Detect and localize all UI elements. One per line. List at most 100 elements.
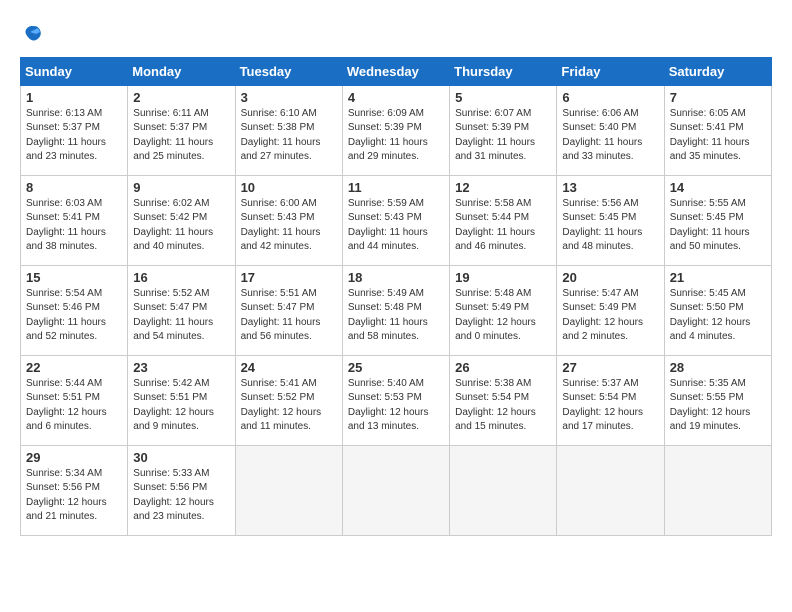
day-info: Sunrise: 6:10 AMSunset: 5:38 PMDaylight:… [241,107,337,165]
day-number: 27 [562,360,658,375]
calendar-header-row: Sunday Monday Tuesday Wednesday Thursday… [21,57,772,85]
day-number: 2 [133,90,229,105]
day-number: 11 [348,180,444,195]
day-number: 21 [670,270,766,285]
calendar-day-cell [450,445,557,535]
calendar-week-row: 22 Sunrise: 5:44 AMSunset: 5:51 PMDaylig… [21,355,772,445]
day-number: 14 [670,180,766,195]
day-info: Sunrise: 5:49 AMSunset: 5:48 PMDaylight:… [348,287,444,345]
day-info: Sunrise: 5:42 AMSunset: 5:51 PMDaylight:… [133,377,229,435]
header-tuesday: Tuesday [235,57,342,85]
day-info: Sunrise: 5:47 AMSunset: 5:49 PMDaylight:… [562,287,658,345]
logo-icon [22,24,42,44]
calendar-day-cell: 3 Sunrise: 6:10 AMSunset: 5:38 PMDayligh… [235,85,342,175]
calendar-day-cell: 11 Sunrise: 5:59 AMSunset: 5:43 PMDaylig… [342,175,449,265]
day-number: 12 [455,180,551,195]
day-info: Sunrise: 5:33 AMSunset: 5:56 PMDaylight:… [133,467,229,525]
calendar-day-cell: 21 Sunrise: 5:45 AMSunset: 5:50 PMDaylig… [664,265,771,355]
calendar-day-cell: 9 Sunrise: 6:02 AMSunset: 5:42 PMDayligh… [128,175,235,265]
day-info: Sunrise: 6:00 AMSunset: 5:43 PMDaylight:… [241,197,337,255]
calendar-day-cell: 12 Sunrise: 5:58 AMSunset: 5:44 PMDaylig… [450,175,557,265]
day-number: 18 [348,270,444,285]
calendar-day-cell: 7 Sunrise: 6:05 AMSunset: 5:41 PMDayligh… [664,85,771,175]
calendar-day-cell [235,445,342,535]
calendar-day-cell: 6 Sunrise: 6:06 AMSunset: 5:40 PMDayligh… [557,85,664,175]
header-thursday: Thursday [450,57,557,85]
day-number: 3 [241,90,337,105]
day-number: 5 [455,90,551,105]
day-info: Sunrise: 5:38 AMSunset: 5:54 PMDaylight:… [455,377,551,435]
header-sunday: Sunday [21,57,128,85]
day-info: Sunrise: 5:37 AMSunset: 5:54 PMDaylight:… [562,377,658,435]
calendar-week-row: 29 Sunrise: 5:34 AMSunset: 5:56 PMDaylig… [21,445,772,535]
calendar-day-cell: 30 Sunrise: 5:33 AMSunset: 5:56 PMDaylig… [128,445,235,535]
day-info: Sunrise: 5:58 AMSunset: 5:44 PMDaylight:… [455,197,551,255]
day-info: Sunrise: 6:11 AMSunset: 5:37 PMDaylight:… [133,107,229,165]
day-info: Sunrise: 5:59 AMSunset: 5:43 PMDaylight:… [348,197,444,255]
day-info: Sunrise: 5:52 AMSunset: 5:47 PMDaylight:… [133,287,229,345]
day-info: Sunrise: 5:48 AMSunset: 5:49 PMDaylight:… [455,287,551,345]
day-info: Sunrise: 5:40 AMSunset: 5:53 PMDaylight:… [348,377,444,435]
calendar-day-cell: 8 Sunrise: 6:03 AMSunset: 5:41 PMDayligh… [21,175,128,265]
header-saturday: Saturday [664,57,771,85]
calendar-day-cell: 22 Sunrise: 5:44 AMSunset: 5:51 PMDaylig… [21,355,128,445]
day-number: 29 [26,450,122,465]
calendar-day-cell: 1 Sunrise: 6:13 AMSunset: 5:37 PMDayligh… [21,85,128,175]
calendar-day-cell: 5 Sunrise: 6:07 AMSunset: 5:39 PMDayligh… [450,85,557,175]
day-info: Sunrise: 5:51 AMSunset: 5:47 PMDaylight:… [241,287,337,345]
day-number: 15 [26,270,122,285]
calendar-table: Sunday Monday Tuesday Wednesday Thursday… [20,57,772,536]
day-info: Sunrise: 5:44 AMSunset: 5:51 PMDaylight:… [26,377,122,435]
day-number: 6 [562,90,658,105]
day-number: 13 [562,180,658,195]
day-number: 23 [133,360,229,375]
calendar-day-cell: 26 Sunrise: 5:38 AMSunset: 5:54 PMDaylig… [450,355,557,445]
day-number: 20 [562,270,658,285]
calendar-week-row: 1 Sunrise: 6:13 AMSunset: 5:37 PMDayligh… [21,85,772,175]
day-number: 24 [241,360,337,375]
day-info: Sunrise: 6:09 AMSunset: 5:39 PMDaylight:… [348,107,444,165]
day-number: 1 [26,90,122,105]
day-info: Sunrise: 5:55 AMSunset: 5:45 PMDaylight:… [670,197,766,255]
day-info: Sunrise: 5:34 AMSunset: 5:56 PMDaylight:… [26,467,122,525]
logo [20,24,42,49]
day-number: 17 [241,270,337,285]
calendar-day-cell: 25 Sunrise: 5:40 AMSunset: 5:53 PMDaylig… [342,355,449,445]
calendar-day-cell: 13 Sunrise: 5:56 AMSunset: 5:45 PMDaylig… [557,175,664,265]
calendar-week-row: 15 Sunrise: 5:54 AMSunset: 5:46 PMDaylig… [21,265,772,355]
day-number: 9 [133,180,229,195]
calendar-day-cell: 27 Sunrise: 5:37 AMSunset: 5:54 PMDaylig… [557,355,664,445]
page-header [20,20,772,49]
calendar-day-cell: 17 Sunrise: 5:51 AMSunset: 5:47 PMDaylig… [235,265,342,355]
calendar-day-cell: 24 Sunrise: 5:41 AMSunset: 5:52 PMDaylig… [235,355,342,445]
day-number: 30 [133,450,229,465]
calendar-week-row: 8 Sunrise: 6:03 AMSunset: 5:41 PMDayligh… [21,175,772,265]
calendar-day-cell: 18 Sunrise: 5:49 AMSunset: 5:48 PMDaylig… [342,265,449,355]
calendar-day-cell: 4 Sunrise: 6:09 AMSunset: 5:39 PMDayligh… [342,85,449,175]
day-info: Sunrise: 5:56 AMSunset: 5:45 PMDaylight:… [562,197,658,255]
day-number: 25 [348,360,444,375]
calendar-day-cell: 23 Sunrise: 5:42 AMSunset: 5:51 PMDaylig… [128,355,235,445]
header-friday: Friday [557,57,664,85]
day-number: 7 [670,90,766,105]
day-info: Sunrise: 5:35 AMSunset: 5:55 PMDaylight:… [670,377,766,435]
day-number: 8 [26,180,122,195]
day-number: 26 [455,360,551,375]
calendar-day-cell: 29 Sunrise: 5:34 AMSunset: 5:56 PMDaylig… [21,445,128,535]
header-monday: Monday [128,57,235,85]
calendar-day-cell: 15 Sunrise: 5:54 AMSunset: 5:46 PMDaylig… [21,265,128,355]
day-info: Sunrise: 6:13 AMSunset: 5:37 PMDaylight:… [26,107,122,165]
calendar-day-cell: 19 Sunrise: 5:48 AMSunset: 5:49 PMDaylig… [450,265,557,355]
day-info: Sunrise: 6:07 AMSunset: 5:39 PMDaylight:… [455,107,551,165]
day-number: 28 [670,360,766,375]
calendar-day-cell: 14 Sunrise: 5:55 AMSunset: 5:45 PMDaylig… [664,175,771,265]
day-info: Sunrise: 6:03 AMSunset: 5:41 PMDaylight:… [26,197,122,255]
day-number: 16 [133,270,229,285]
day-info: Sunrise: 6:05 AMSunset: 5:41 PMDaylight:… [670,107,766,165]
day-number: 19 [455,270,551,285]
header-wednesday: Wednesday [342,57,449,85]
day-info: Sunrise: 5:41 AMSunset: 5:52 PMDaylight:… [241,377,337,435]
calendar-day-cell [664,445,771,535]
calendar-day-cell: 2 Sunrise: 6:11 AMSunset: 5:37 PMDayligh… [128,85,235,175]
calendar-day-cell: 28 Sunrise: 5:35 AMSunset: 5:55 PMDaylig… [664,355,771,445]
